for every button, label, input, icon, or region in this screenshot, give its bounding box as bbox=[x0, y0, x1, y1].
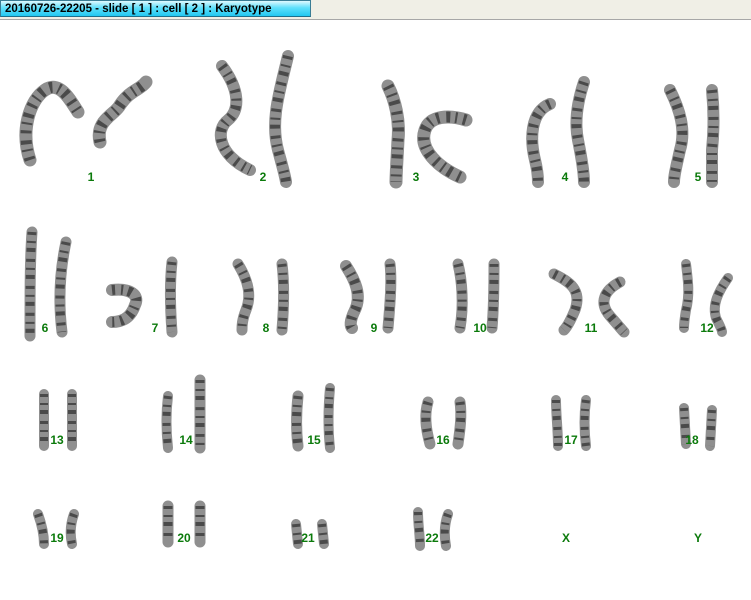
chromosome-pair-4[interactable] bbox=[526, 76, 590, 188]
chromosome-label-7: 7 bbox=[151, 321, 159, 335]
chromosome-1-1[interactable] bbox=[19, 81, 85, 167]
chromosome-label-14: 14 bbox=[179, 433, 193, 447]
chromosome-pair-9[interactable] bbox=[340, 258, 397, 334]
chromosome-3-2[interactable] bbox=[417, 110, 473, 184]
chromosome-label-2: 2 bbox=[259, 170, 267, 184]
chromosome-label-8: 8 bbox=[262, 321, 270, 335]
chromosome-label-4: 4 bbox=[561, 170, 569, 184]
chromosome-label-Y: Y bbox=[693, 531, 702, 545]
chromosome-images bbox=[19, 50, 733, 551]
chromosome-label-9: 9 bbox=[370, 321, 378, 335]
chromosome-pair-1[interactable] bbox=[19, 75, 153, 167]
chromosome-label-17: 17 bbox=[564, 433, 578, 447]
chromosome-label-X: X bbox=[561, 531, 570, 545]
window-title-tab[interactable]: 20160726-22205 - slide [ 1 ] : cell [ 2 … bbox=[0, 0, 311, 17]
chromosome-label-5: 5 bbox=[694, 170, 702, 184]
chromosome-label-18: 18 bbox=[685, 433, 699, 447]
chromosome-label-21: 21 bbox=[301, 531, 315, 545]
chromosome-pair-3[interactable] bbox=[381, 79, 473, 189]
chromosome-label-19: 19 bbox=[50, 531, 64, 545]
chromosome-label-11: 11 bbox=[584, 321, 598, 335]
window-titlebar: 20160726-22205 - slide [ 1 ] : cell [ 2 … bbox=[0, 0, 751, 20]
chromosome-pair-5[interactable] bbox=[664, 84, 720, 188]
chromosome-pair-10[interactable] bbox=[452, 258, 500, 334]
chromosome-label-20: 20 bbox=[177, 531, 191, 545]
chromosome-label-15: 15 bbox=[307, 433, 321, 447]
chromosome-label-12: 12 bbox=[700, 321, 714, 335]
chromosome-label-1: 1 bbox=[87, 170, 95, 184]
karyogram-area: 1 2 3 4 5 6 7 8 9 10 11 12 13 14 15 16 17 18 19 20 21 22 X Y bbox=[0, 20, 751, 595]
chromosome-label-3: 3 bbox=[412, 170, 420, 184]
chromosome-pair-2[interactable] bbox=[214, 50, 294, 188]
chromosome-label-10: 10 bbox=[473, 321, 487, 335]
chromosome-label-13: 13 bbox=[50, 433, 64, 447]
chromosome-label-16: 16 bbox=[436, 433, 450, 447]
chromosome-label-6: 6 bbox=[41, 321, 49, 335]
chromosome-label-22: 22 bbox=[425, 531, 439, 545]
